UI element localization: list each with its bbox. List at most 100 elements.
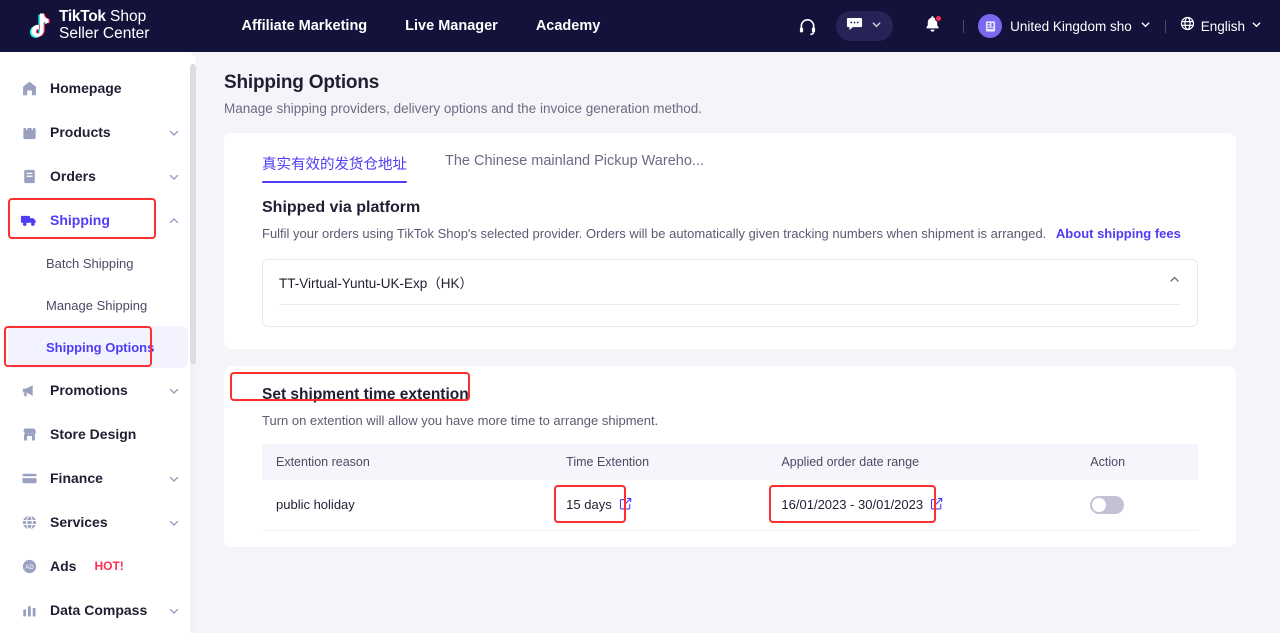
- logo-tiktok-text: TikTok: [59, 8, 106, 26]
- warehouse-tabs: 真实有效的发货仓地址 The Chinese mainland Pickup W…: [244, 153, 1216, 183]
- date-range-value-group: 16/01/2023 - 30/01/2023: [781, 497, 943, 513]
- time-extension-value: 15 days: [566, 497, 612, 513]
- provider-panel-header[interactable]: TT-Virtual-Yuntu-UK-Exp（HK）: [263, 260, 1197, 304]
- shop-name-label: United Kingdom sho: [1010, 18, 1132, 34]
- cell-time-extension: 15 days: [552, 480, 767, 530]
- nav-divider-1: [963, 19, 965, 33]
- shipped-via-platform-title: Shipped via platform: [262, 199, 421, 216]
- chevron-down-icon: [168, 604, 180, 616]
- sidebar-label-shipping: Shipping: [50, 212, 110, 228]
- language-selector[interactable]: English: [1180, 16, 1262, 36]
- sidebar-item-homepage[interactable]: Homepage: [0, 66, 196, 110]
- storefront-icon: [20, 425, 38, 443]
- provider-panel: TT-Virtual-Yuntu-UK-Exp（HK）: [262, 259, 1198, 327]
- about-shipping-fees-link[interactable]: About shipping fees: [1056, 226, 1181, 241]
- sidebar-item-orders[interactable]: Orders: [0, 154, 196, 198]
- chevron-down-icon: [168, 472, 180, 484]
- sidebar-label-homepage: Homepage: [50, 80, 122, 96]
- sidebar-item-store-design[interactable]: Store Design: [0, 412, 196, 456]
- extension-table: Extention reason Time Extention Applied …: [262, 444, 1198, 531]
- top-nav-actions: United Kingdom sho English: [790, 0, 1262, 52]
- provider-name-label: TT-Virtual-Yuntu-UK-Exp（HK）: [279, 276, 474, 291]
- bar-chart-icon: [20, 601, 38, 619]
- chevron-down-icon: [1251, 17, 1262, 35]
- extension-enable-toggle[interactable]: [1090, 495, 1125, 514]
- megaphone-icon: [20, 381, 38, 399]
- edit-icon[interactable]: [619, 497, 632, 513]
- nav-divider-2: [1164, 19, 1166, 33]
- sidebar-sublabel-manage-shipping: Manage Shipping: [46, 297, 148, 313]
- sidebar-subitem-shipping-options[interactable]: Shipping Options: [4, 326, 188, 368]
- truck-icon: [20, 211, 38, 229]
- nav-link-live-manager[interactable]: Live Manager: [405, 18, 498, 34]
- shop-building-icon: [978, 14, 1003, 38]
- sidebar-item-products[interactable]: Products: [0, 110, 196, 154]
- shop-selector[interactable]: United Kingdom sho: [978, 14, 1151, 38]
- language-label: English: [1200, 18, 1245, 34]
- page-subtitle: Manage shipping providers, delivery opti…: [224, 101, 703, 116]
- sidebar-item-data-compass[interactable]: Data Compass: [0, 588, 196, 632]
- column-header-extension-reason: Extention reason: [276, 455, 370, 469]
- sidebar-label-promotions: Promotions: [50, 382, 128, 398]
- tab-real-warehouse-address[interactable]: 真实有效的发货仓地址: [262, 153, 407, 183]
- sidebar-label-data-compass: Data Compass: [50, 602, 148, 618]
- clipboard-icon: [20, 167, 38, 185]
- sidebar-item-promotions[interactable]: Promotions: [0, 368, 196, 412]
- page-title: Shipping Options: [224, 72, 380, 93]
- svg-text:AD: AD: [25, 564, 34, 570]
- chevron-down-icon: [871, 17, 882, 35]
- column-header-time-extension: Time Extention: [566, 455, 650, 469]
- tab-chinese-mainland-pickup-warehouse[interactable]: The Chinese mainland Pickup Wareho...: [445, 153, 704, 183]
- toggle-knob: [1092, 497, 1107, 512]
- top-nav-links: Affiliate Marketing Live Manager Academy: [241, 18, 600, 34]
- notifications-button[interactable]: [915, 9, 949, 43]
- chat-bubble-icon: [846, 15, 863, 37]
- card-icon: [20, 469, 38, 487]
- sidebar-sublabel-shipping-options: Shipping Options: [46, 339, 155, 355]
- provider-panel-divider: [279, 304, 1181, 305]
- set-shipment-time-extension-description: Turn on extention will allow you have mo…: [262, 413, 659, 428]
- headphones-icon[interactable]: [790, 9, 824, 43]
- sidebar-item-shipping[interactable]: Shipping: [0, 198, 196, 242]
- sidebar-label-products: Products: [50, 124, 111, 140]
- chevron-down-icon: [168, 170, 180, 182]
- set-shipment-time-extension-title: Set shipment time extention: [262, 386, 469, 403]
- sidebar-label-ads: Ads: [50, 558, 77, 574]
- chevron-up-icon[interactable]: [1168, 273, 1181, 291]
- extension-table-head: Extention reason Time Extention Applied …: [262, 444, 1198, 480]
- sidebar-label-orders: Orders: [50, 168, 96, 184]
- logo-seller-center-text: Seller Center: [59, 25, 150, 42]
- edit-icon[interactable]: [930, 497, 943, 513]
- brand-logo[interactable]: TikTok Shop Seller Center: [26, 8, 150, 42]
- notification-badge-dot: [935, 15, 943, 22]
- sidebar-item-services[interactable]: Services: [0, 500, 196, 544]
- sidebar-item-ads[interactable]: AD Ads HOT!: [0, 544, 196, 588]
- tiktok-note-icon: [26, 11, 52, 41]
- column-header-action: Action: [1090, 455, 1126, 469]
- sidebar-navigation: Homepage Products Orders Shipping Batch …: [0, 52, 196, 633]
- time-extension-value-group: 15 days: [566, 497, 632, 513]
- sidebar-item-finance[interactable]: Finance: [0, 456, 196, 500]
- globe-icon: [1180, 16, 1195, 36]
- shipped-via-platform-card: 真实有效的发货仓地址 The Chinese mainland Pickup W…: [224, 133, 1236, 349]
- chevron-down-icon: [168, 384, 180, 396]
- bag-icon: [20, 123, 38, 141]
- nav-link-affiliate-marketing[interactable]: Affiliate Marketing: [241, 18, 367, 34]
- sidebar-subitem-manage-shipping[interactable]: Manage Shipping: [0, 284, 196, 326]
- logo-shop-text: Shop: [105, 8, 147, 26]
- top-navigation-bar: TikTok Shop Seller Center Affiliate Mark…: [0, 0, 1280, 52]
- column-header-applied-order-date-range: Applied order date range: [781, 455, 920, 469]
- ads-hot-badge: HOT!: [94, 559, 124, 573]
- sidebar-sublabel-batch-shipping: Batch Shipping: [46, 255, 134, 271]
- chevron-up-icon: [168, 214, 180, 226]
- chevron-down-icon: [168, 516, 180, 528]
- home-icon: [20, 79, 38, 97]
- sidebar-label-finance: Finance: [50, 470, 103, 486]
- shipped-via-platform-description: Fulfil your orders using TikTok Shop's s…: [262, 226, 1216, 241]
- chevron-down-icon: [1140, 17, 1151, 35]
- table-header-row: Extention reason Time Extention Applied …: [262, 444, 1198, 480]
- chat-menu-button[interactable]: [836, 11, 894, 41]
- nav-link-academy[interactable]: Academy: [536, 18, 600, 34]
- cell-extension-reason: public holiday: [276, 497, 355, 513]
- sidebar-subitem-batch-shipping[interactable]: Batch Shipping: [0, 242, 196, 284]
